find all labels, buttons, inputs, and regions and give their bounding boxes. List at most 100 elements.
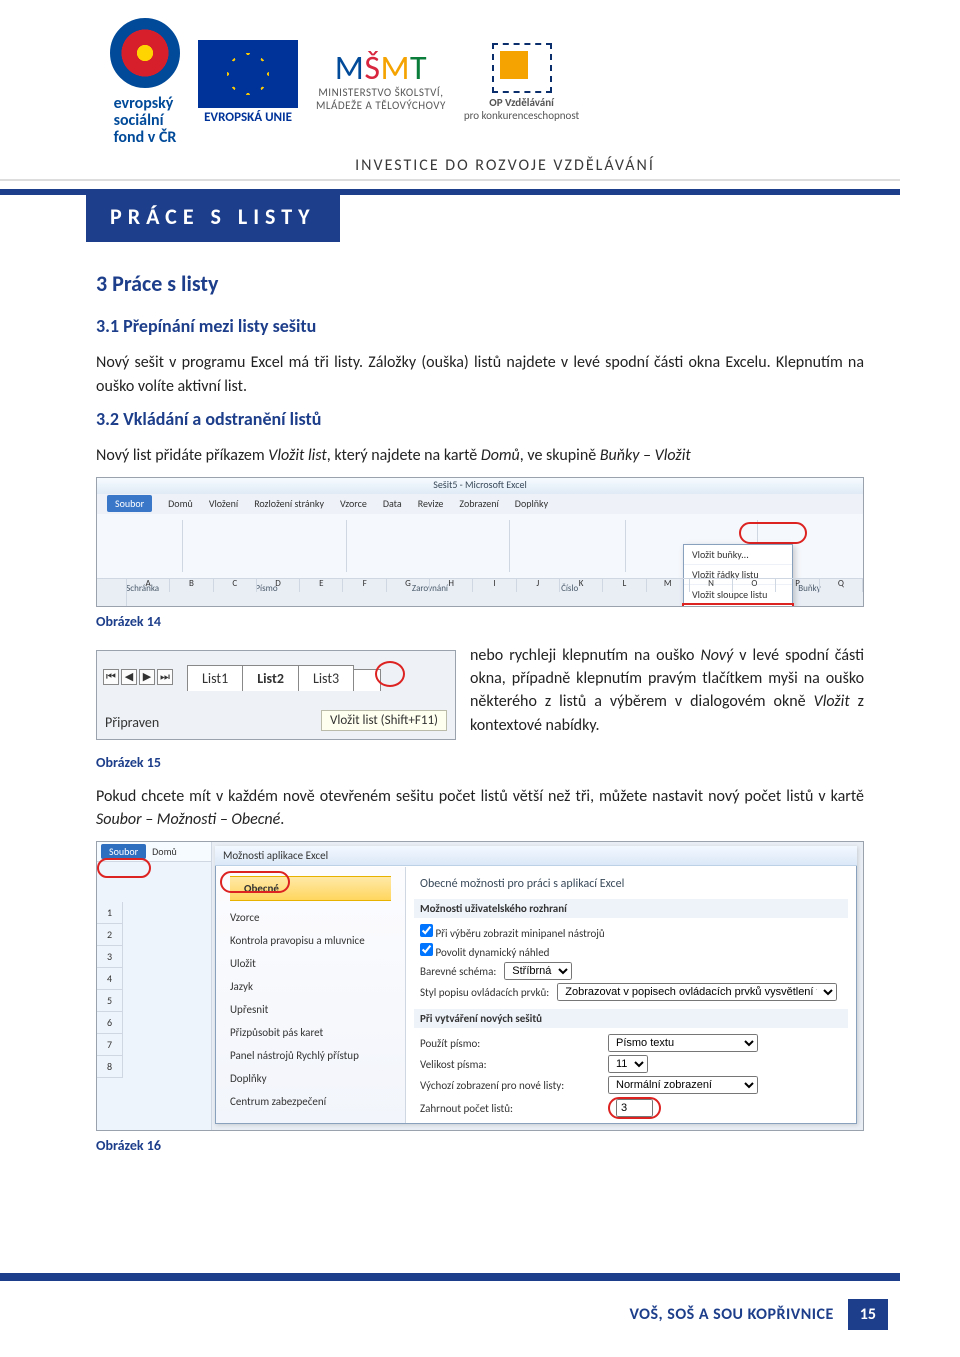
h2-title: 3 Práce s listy xyxy=(96,270,864,297)
sheet-tab[interactable]: List3 xyxy=(298,665,354,691)
row-num: 8 xyxy=(97,1056,123,1078)
nav-next-icon[interactable]: ▶ xyxy=(139,669,155,685)
field-label: Barevné schéma: xyxy=(420,965,496,978)
ribbon-tab-soubor[interactable]: Soubor xyxy=(107,495,152,512)
ribbon-tab[interactable]: Vzorce xyxy=(340,497,367,510)
col: M xyxy=(647,578,690,592)
figure-15-sheet-tabs: ⏮ ◀ ▶ ⏭ List1 List2 List3 Připraven Vlož… xyxy=(96,650,456,740)
text: Pokud chcete mít v každém nově otevřeném… xyxy=(96,787,864,806)
col: O xyxy=(733,578,776,592)
sidebar-item[interactable]: Přizpůsobit pás karet xyxy=(216,1021,405,1044)
esf-line: fond v ČR xyxy=(114,130,177,147)
default-view-select[interactable]: Normální zobrazení xyxy=(608,1076,758,1094)
text-italic: Domů xyxy=(481,446,520,465)
checkbox[interactable] xyxy=(420,924,433,937)
text-italic: Buňky – Vložit xyxy=(600,446,691,465)
sidebar-item[interactable]: Doplňky xyxy=(216,1067,405,1090)
col: B xyxy=(170,578,213,592)
paragraph: Nový sešit v programu Excel má tři listy… xyxy=(96,351,864,397)
ribbon-tab[interactable]: Data xyxy=(383,497,402,510)
field-label: Výchozí zobrazení pro nové listy: xyxy=(420,1079,600,1092)
sidebar-item[interactable]: Uložit xyxy=(216,952,405,975)
sidebar-item[interactable]: Upřesnit xyxy=(216,998,405,1021)
paragraph: Pokud chcete mít v každém nově otevřeném… xyxy=(96,785,864,831)
msmt-line2: MLÁDEŽE A TĚLOVÝCHOVY xyxy=(316,99,446,112)
figure-caption: Obrázek 15 xyxy=(96,754,864,771)
color-scheme-select[interactable]: Stříbrná xyxy=(504,962,572,980)
ribbon-tab[interactable]: Doplňky xyxy=(515,497,548,510)
field-label: Velikost písma: xyxy=(420,1058,600,1071)
checkbox-row[interactable]: Při výběru zobrazit minipanel nástrojů xyxy=(420,924,842,940)
options-section: Možnosti uživatelského rozhraní xyxy=(414,899,848,918)
footer-org: VOŠ, SOŠ A SOU KOPŘIVNICE xyxy=(629,1305,833,1324)
col: G xyxy=(387,578,430,592)
nav-prev-icon[interactable]: ◀ xyxy=(121,669,137,685)
font-select[interactable]: Písmo textu xyxy=(608,1034,758,1052)
col: K xyxy=(560,578,603,592)
col: Q xyxy=(820,578,863,592)
checkbox[interactable] xyxy=(420,943,433,956)
col: F xyxy=(343,578,386,592)
col: H xyxy=(430,578,473,592)
ribbon-tab[interactable]: Revize xyxy=(418,497,444,510)
sheet-count-input[interactable] xyxy=(616,1099,653,1117)
page-number: 15 xyxy=(848,1299,888,1330)
ribbon-tab[interactable]: Zobrazení xyxy=(459,497,498,510)
figure-caption: Obrázek 14 xyxy=(96,613,864,630)
ribbon-tab[interactable]: Domů xyxy=(168,497,193,510)
text: , který najdete na kartě xyxy=(327,446,481,465)
row-num: 5 xyxy=(97,990,123,1012)
options-sidebar: Obecné Vzorce Kontrola pravopisu a mluvn… xyxy=(216,867,406,1123)
options-main: Obecné možnosti pro práci s aplikací Exc… xyxy=(406,867,856,1123)
tooltip: Vložit list (Shift+F11) xyxy=(321,710,447,731)
header: evropský sociální fond v ČR EVROPSKÁ UNI… xyxy=(0,0,960,189)
row-num: 1 xyxy=(97,902,123,924)
opvk-line2: pro konkurenceschopnost xyxy=(464,109,579,122)
sheet-tab[interactable]: List1 xyxy=(187,665,243,691)
nav-last-icon[interactable]: ⏭ xyxy=(157,669,173,685)
footer: VOŠ, SOŠ A SOU KOPŘIVNICE 15 xyxy=(0,1273,960,1357)
sheet-tab[interactable]: List2 xyxy=(242,665,299,691)
text: . xyxy=(280,810,284,829)
text-italic: Vložit list xyxy=(268,446,326,465)
col: C xyxy=(214,578,257,592)
figure-16-options-dialog: Soubor Domů 1 2 3 4 5 6 7 8 Možnosti apl… xyxy=(96,841,864,1131)
tooltip-style-select[interactable]: Zobrazovat v popisech ovládacích prvků v… xyxy=(557,983,837,1001)
checkbox-row[interactable]: Povolit dynamický náhled xyxy=(420,943,842,959)
nav-first-icon[interactable]: ⏮ xyxy=(103,669,119,685)
field-label: Styl popisu ovládacích prvků: xyxy=(420,986,549,999)
col: I xyxy=(473,578,516,592)
ribbon-tab-soubor[interactable]: Soubor xyxy=(101,844,146,859)
col: D xyxy=(257,578,300,592)
ribbon-tab[interactable]: Vložení xyxy=(209,497,238,510)
checkbox-label: Povolit dynamický náhled xyxy=(436,946,550,959)
ribbon-tabs: Soubor Domů Vložení Rozložení stránky Vz… xyxy=(97,494,863,514)
col: J xyxy=(517,578,560,592)
text-italic: Nový xyxy=(700,646,733,665)
col: E xyxy=(300,578,343,592)
dialog-title: Možnosti aplikace Excel xyxy=(215,846,857,866)
options-heading: Obecné možnosti pro práci s aplikací Exc… xyxy=(420,877,842,891)
dropdown-item[interactable]: Vložit buňky... xyxy=(684,545,792,565)
highlight-oval xyxy=(608,1097,661,1119)
sidebar-item[interactable]: Centrum zabezpečení xyxy=(216,1090,405,1113)
col: A xyxy=(127,578,170,592)
opvk-line1: OP Vzdělávání xyxy=(489,96,554,109)
window-title: Sešit5 - Microsoft Excel xyxy=(433,478,527,491)
sidebar-item[interactable]: Kontrola pravopisu a mluvnice xyxy=(216,929,405,952)
eu-flag-block: EVROPSKÁ UNIE xyxy=(198,40,298,125)
eu-flag-label: EVROPSKÁ UNIE xyxy=(204,110,292,125)
sidebar-item[interactable]: Vzorce xyxy=(216,906,405,929)
esf-logo-icon xyxy=(110,18,180,88)
sidebar-item[interactable]: Jazyk xyxy=(216,975,405,998)
content: 3 Práce s listy 3.1 Přepínání mezi listy… xyxy=(0,270,960,1288)
text: Nový list přidáte příkazem xyxy=(96,446,268,465)
h3-title-2: 3.2 Vkládání a odstranění listů xyxy=(96,408,864,430)
sidebar-item[interactable]: Panel nástrojů Rychlý přístup xyxy=(216,1044,405,1067)
ribbon-tab[interactable]: Rozložení stránky xyxy=(254,497,324,510)
font-size-select[interactable]: 11 xyxy=(608,1055,648,1073)
footer-bar xyxy=(0,1273,900,1281)
ribbon-tab[interactable]: Domů xyxy=(152,845,177,858)
highlight-oval xyxy=(97,858,151,878)
col: L xyxy=(603,578,646,592)
